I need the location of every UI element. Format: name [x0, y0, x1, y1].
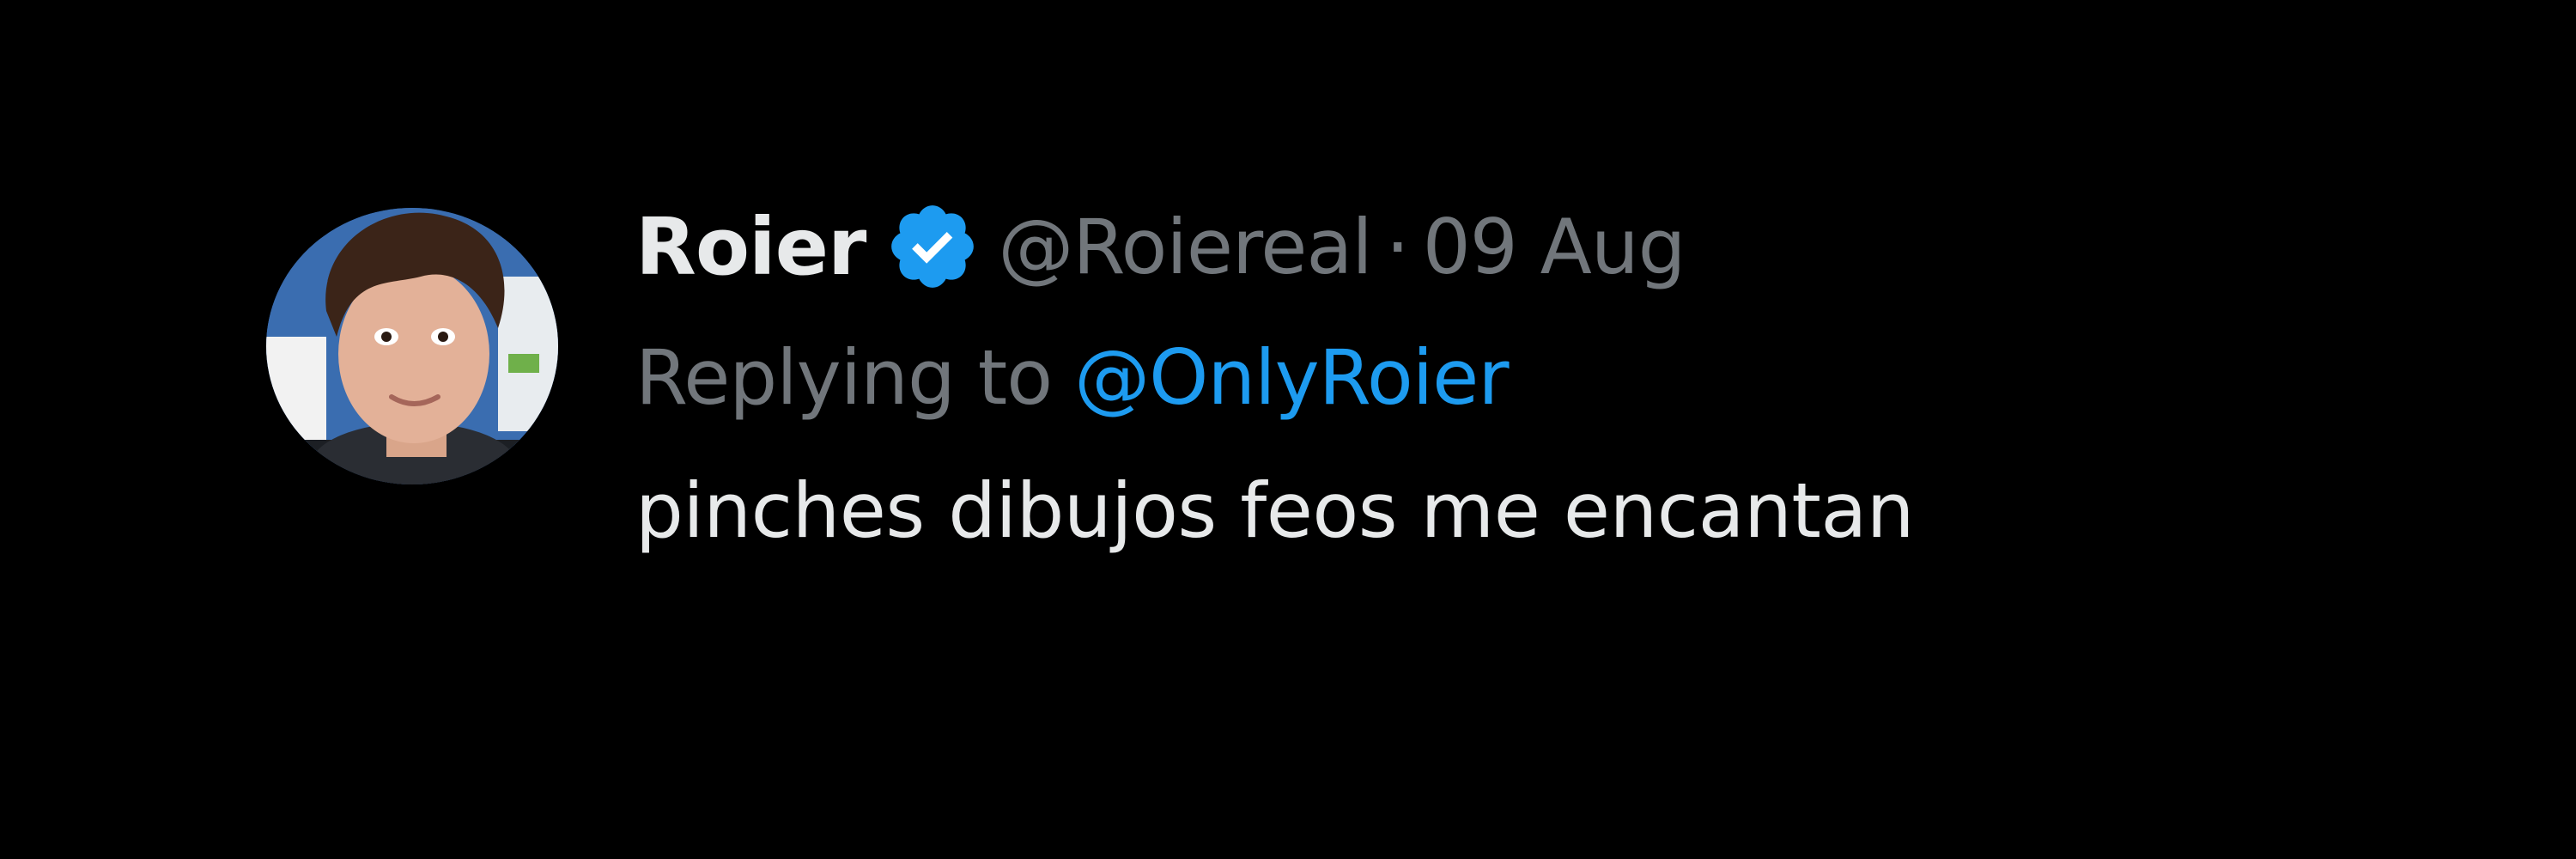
user-handle[interactable]: @Roiereal	[998, 203, 1372, 291]
verified-badge-icon[interactable]	[884, 198, 981, 295]
display-name[interactable]: Roier	[635, 201, 866, 293]
avatar-photo	[266, 208, 558, 484]
avatar[interactable]	[266, 208, 558, 484]
separator-dot: ·	[1385, 202, 1410, 291]
tweet-date[interactable]: 09 Aug	[1423, 203, 1686, 291]
replying-to-handle-link[interactable]: @OnlyRoier	[1074, 333, 1509, 422]
replying-to: Replying to @OnlyRoier	[635, 330, 1510, 424]
tweet[interactable]: Roier @Roiereal · 09 Aug Replying to @On…	[266, 199, 2499, 612]
replying-to-label: Replying to	[635, 332, 1053, 422]
tweet-text: pinches dibujos feos me encantan	[635, 466, 1915, 555]
tweet-header: Roier @Roiereal · 09 Aug	[635, 199, 1686, 294]
